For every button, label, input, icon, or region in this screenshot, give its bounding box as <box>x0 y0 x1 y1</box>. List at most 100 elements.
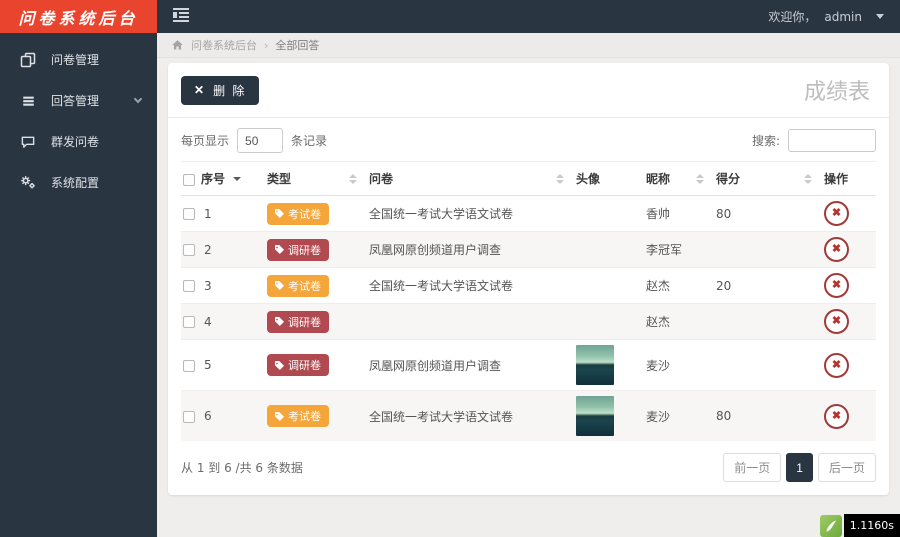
tag-icon <box>275 209 284 218</box>
comment-icon <box>20 134 36 150</box>
panel-body: 每页显示 条记录 搜索: 序号 <box>168 118 889 495</box>
survey-name: 全国统一考试大学语文试卷 <box>367 268 574 304</box>
sidebar-item-system-config[interactable]: 系统配置 <box>0 162 157 203</box>
user-menu[interactable]: 欢迎你， admin <box>768 8 884 25</box>
sidebar: 问卷系统后台 问卷管理 回答管理 <box>0 0 157 537</box>
survey-name: 凤凰网原创频道用户调查 <box>367 340 574 391</box>
delete-row-button[interactable]: ✖ <box>824 273 849 298</box>
per-page-prefix: 每页显示 <box>181 132 229 149</box>
score <box>714 340 822 391</box>
sort-icon <box>349 174 357 184</box>
nickname: 香帅 <box>644 196 714 232</box>
caret-down-icon <box>876 14 884 19</box>
tag-icon <box>275 412 284 421</box>
score <box>714 232 822 268</box>
per-page-suffix: 条记录 <box>291 132 327 149</box>
page-1-button[interactable]: 1 <box>786 453 813 482</box>
tag-icon <box>275 361 284 370</box>
table-toolbar: 每页显示 条记录 搜索: <box>181 128 876 153</box>
debug-badge[interactable]: 1.1160s <box>820 514 900 537</box>
welcome-text: 欢迎你， <box>768 8 816 25</box>
per-page-input[interactable] <box>237 128 283 153</box>
next-page-button[interactable]: 后一页 <box>818 453 876 482</box>
table-row: 5 调研卷 凤凰网原创频道用户调查 麦沙 ✖ <box>181 340 876 391</box>
page-load-time: 1.1160s <box>844 514 900 537</box>
table-row: 1 考试卷 全国统一考试大学语文试卷 香帅 80 ✖ <box>181 196 876 232</box>
row-checkbox[interactable] <box>183 360 195 372</box>
column-header-avatar[interactable]: 头像 <box>574 162 644 196</box>
survey-name <box>367 304 574 340</box>
column-header-index[interactable]: 序号 <box>181 162 265 196</box>
delete-row-button[interactable]: ✖ <box>824 309 849 334</box>
list-icon <box>20 93 36 109</box>
sidebar-item-survey-management[interactable]: 问卷管理 <box>0 39 157 80</box>
thinkphp-logo-icon[interactable] <box>820 515 842 537</box>
page-title: 成绩表 <box>804 74 876 106</box>
breadcrumb: 问卷系统后台 › 全部回答 <box>157 33 900 58</box>
prev-page-button[interactable]: 前一页 <box>723 453 781 482</box>
row-checkbox[interactable] <box>183 280 195 292</box>
type-badge: 调研卷 <box>267 354 329 376</box>
survey-name: 全国统一考试大学语文试卷 <box>367 391 574 442</box>
survey-name: 全国统一考试大学语文试卷 <box>367 196 574 232</box>
sidebar-toggle-icon[interactable] <box>173 8 191 25</box>
records-info: 从 1 到 6 /共 6 条数据 <box>181 459 303 476</box>
gears-icon <box>20 175 36 191</box>
row-index: 1 <box>204 207 212 221</box>
avatar-cell <box>574 268 644 304</box>
top-navbar: 欢迎你， admin <box>157 0 900 33</box>
type-badge: 考试卷 <box>267 275 329 297</box>
sort-icon <box>556 174 564 184</box>
sort-icon <box>233 177 241 181</box>
sort-icon <box>696 174 704 184</box>
nickname: 赵杰 <box>644 304 714 340</box>
row-checkbox[interactable] <box>183 411 195 423</box>
survey-name: 凤凰网原创频道用户调查 <box>367 232 574 268</box>
app-logo: 问卷系统后台 <box>0 0 157 33</box>
nickname: 麦沙 <box>644 391 714 442</box>
sidebar-item-answer-management[interactable]: 回答管理 <box>0 80 157 121</box>
breadcrumb-separator: › <box>264 39 268 52</box>
table-row: 3 考试卷 全国统一考试大学语文试卷 赵杰 20 ✖ <box>181 268 876 304</box>
delete-row-button[interactable]: ✖ <box>824 201 849 226</box>
home-icon <box>171 39 184 51</box>
table-footer: 从 1 到 6 /共 6 条数据 前一页 1 后一页 <box>181 453 876 482</box>
search-input[interactable] <box>788 129 876 152</box>
column-header-type[interactable]: 类型 <box>265 162 367 196</box>
main-content: ✕ 删 除 成绩表 每页显示 条记录 搜索: <box>157 58 900 537</box>
breadcrumb-root[interactable]: 问卷系统后台 <box>191 37 257 53</box>
avatar-cell <box>574 232 644 268</box>
column-header-actions: 操作 <box>822 162 876 196</box>
results-panel: ✕ 删 除 成绩表 每页显示 条记录 搜索: <box>168 63 889 495</box>
sidebar-item-mass-send[interactable]: 群发问卷 <box>0 121 157 162</box>
score: 80 <box>714 196 822 232</box>
row-index: 2 <box>204 243 212 257</box>
type-badge: 调研卷 <box>267 239 329 261</box>
close-icon: ✖ <box>832 360 841 371</box>
row-checkbox[interactable] <box>183 244 195 256</box>
column-header-survey[interactable]: 问卷 <box>367 162 574 196</box>
close-icon: ✖ <box>832 208 841 219</box>
table-header-row: 序号 类型 问卷 头像 <box>181 162 876 196</box>
column-header-nickname[interactable]: 昵称 <box>644 162 714 196</box>
tag-icon <box>275 245 284 254</box>
tag-icon <box>275 317 284 326</box>
row-checkbox[interactable] <box>183 208 195 220</box>
copy-icon <box>20 52 36 68</box>
select-all-checkbox[interactable] <box>183 174 195 186</box>
avatar-cell <box>574 196 644 232</box>
column-header-score[interactable]: 得分 <box>714 162 822 196</box>
score: 20 <box>714 268 822 304</box>
delete-button[interactable]: ✕ 删 除 <box>181 76 259 105</box>
chevron-down-icon <box>134 95 142 103</box>
panel-header: ✕ 删 除 成绩表 <box>168 63 889 118</box>
row-checkbox[interactable] <box>183 316 195 328</box>
delete-row-button[interactable]: ✖ <box>824 404 849 429</box>
type-badge: 考试卷 <box>267 203 329 225</box>
close-icon: ✖ <box>832 244 841 255</box>
delete-row-button[interactable]: ✖ <box>824 237 849 262</box>
row-index: 6 <box>204 409 212 423</box>
delete-row-button[interactable]: ✖ <box>824 353 849 378</box>
x-icon: ✕ <box>194 83 204 97</box>
close-icon: ✖ <box>832 280 841 291</box>
